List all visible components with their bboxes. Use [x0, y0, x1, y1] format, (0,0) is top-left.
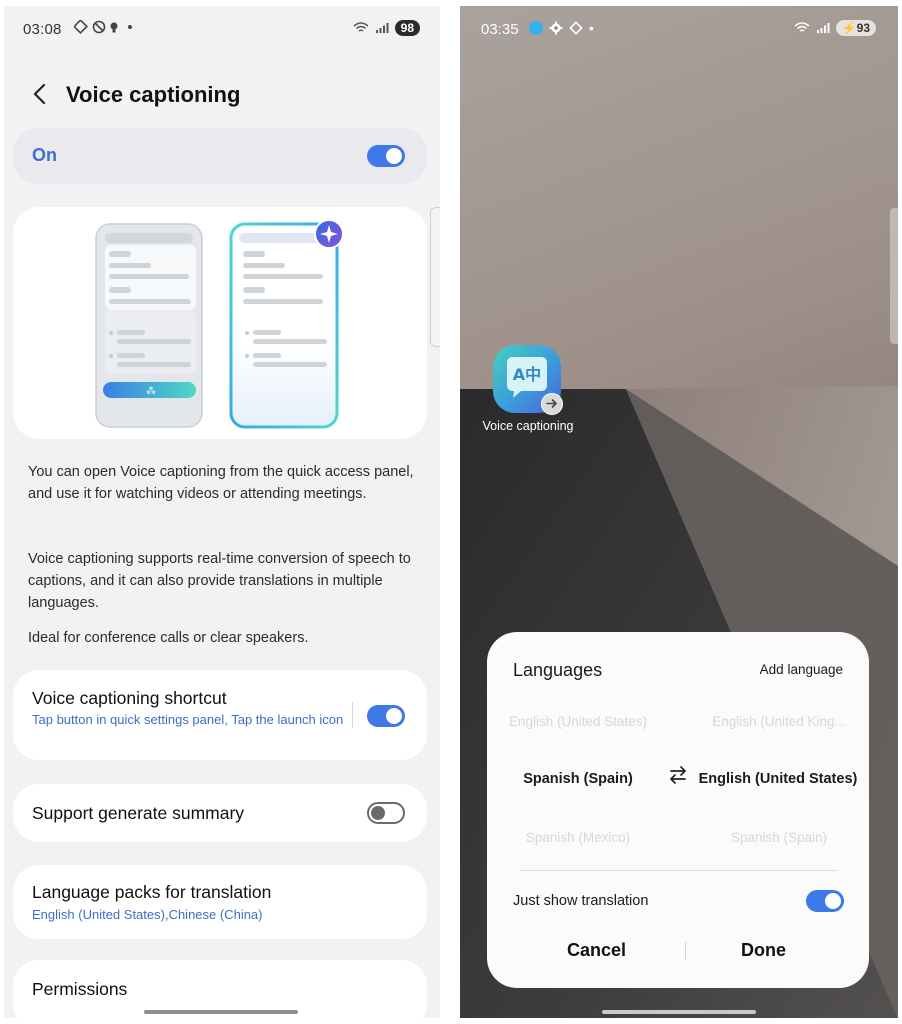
description-paragraph: Voice captioning supports real-time conv… — [28, 551, 411, 611]
setting-title: Voice captioning shortcut — [32, 688, 227, 708]
summary-toggle[interactable] — [367, 802, 405, 824]
wifi-icon — [353, 22, 369, 32]
setting-subtitle: English (United States),Chinese (China) — [32, 907, 263, 922]
messenger-icon — [529, 21, 543, 35]
dialog-divider — [519, 870, 837, 871]
source-language-option[interactable]: Spanish (Mexico) — [493, 830, 663, 845]
battery-indicator: 98 — [394, 20, 420, 36]
setting-row-summary[interactable]: Support generate summary — [13, 784, 427, 842]
settings-screen: 03:08 98 Voice captioning On ⁂ You can o… — [4, 6, 440, 1018]
battery-level: 93 — [856, 21, 870, 35]
signal-icon — [375, 23, 389, 33]
setting-title: Permissions — [32, 979, 128, 999]
toggle-knob — [825, 893, 841, 909]
just-show-translation-toggle[interactable] — [806, 890, 844, 912]
gear-icon — [549, 21, 563, 35]
master-switch-row[interactable]: On — [13, 128, 427, 184]
feature-illustration: ⁂ — [13, 207, 427, 439]
row-divider — [352, 702, 353, 728]
target-language-selected[interactable]: English (United States) — [693, 771, 863, 787]
app-bar: Voice captioning — [4, 72, 440, 116]
notification-icon-group — [73, 19, 132, 34]
diamond-app-icon — [569, 21, 583, 35]
swap-languages-icon[interactable] — [667, 764, 689, 786]
more-notifications-dot: • — [589, 20, 594, 36]
edge-panel-handle[interactable] — [890, 208, 898, 344]
master-switch-toggle[interactable] — [367, 145, 405, 167]
wifi-icon — [794, 22, 810, 32]
page-title: Voice captioning — [66, 82, 241, 107]
toggle-knob — [386, 708, 402, 724]
app-icon-label[interactable]: Voice captioning — [478, 419, 578, 433]
notification-icons: • — [529, 20, 594, 36]
back-arrow-icon[interactable] — [30, 82, 50, 106]
done-button[interactable]: Done — [741, 940, 786, 961]
notification-icons — [73, 19, 140, 37]
status-time: 03:35 — [481, 21, 519, 38]
master-switch-label: On — [32, 145, 57, 165]
button-divider — [685, 942, 686, 960]
setting-title: Language packs for translation — [32, 882, 272, 902]
arrow-right-icon — [546, 399, 557, 408]
just-show-translation-label: Just show translation — [513, 893, 649, 909]
app-icon-glyph: A中 — [513, 365, 541, 384]
status-time: 03:08 — [23, 21, 62, 38]
status-bar: 03:08 98 — [4, 6, 440, 52]
toggle-knob — [386, 148, 402, 164]
description-paragraph: Ideal for conference calls or clear spea… — [28, 630, 309, 646]
target-language-option[interactable]: Spanish (Spain) — [694, 830, 864, 845]
home-indicator[interactable] — [602, 1010, 756, 1014]
home-indicator[interactable] — [144, 1010, 298, 1014]
toggle-knob — [371, 806, 385, 820]
status-right: 98 — [353, 20, 420, 36]
battery-indicator: ⚡93 — [835, 20, 876, 36]
status-bar: 03:35 • ⚡93 — [460, 6, 898, 52]
home-screen: 03:35 • ⚡93 A中 Voice captioning Language… — [460, 6, 898, 1018]
edge-panel-handle[interactable] — [430, 207, 440, 347]
status-right: ⚡93 — [794, 20, 876, 36]
svg-text:⁂: ⁂ — [146, 385, 156, 397]
setting-subtitle: Tap button in quick settings panel, Tap … — [32, 712, 344, 727]
source-language-option[interactable]: English (United States) — [493, 714, 663, 729]
phones-illustration: ⁂ — [95, 219, 344, 429]
shortcut-arrow-icon — [541, 393, 563, 415]
setting-title: Support generate summary — [32, 803, 245, 823]
cancel-button[interactable]: Cancel — [567, 940, 626, 961]
target-language-option[interactable]: English (United King... — [694, 714, 864, 729]
languages-dialog: Languages Add language English (United S… — [487, 632, 869, 988]
setting-row-language-packs[interactable]: Language packs for translation English (… — [13, 865, 427, 939]
signal-icon — [816, 23, 830, 33]
add-language-button[interactable]: Add language — [760, 662, 843, 677]
setting-row-shortcut[interactable]: Voice captioning shortcut Tap button in … — [13, 670, 427, 760]
description-paragraph: You can open Voice captioning from the q… — [28, 464, 414, 502]
shortcut-toggle[interactable] — [367, 705, 405, 727]
dialog-title: Languages — [513, 660, 603, 680]
source-language-selected[interactable]: Spanish (Spain) — [493, 771, 663, 787]
